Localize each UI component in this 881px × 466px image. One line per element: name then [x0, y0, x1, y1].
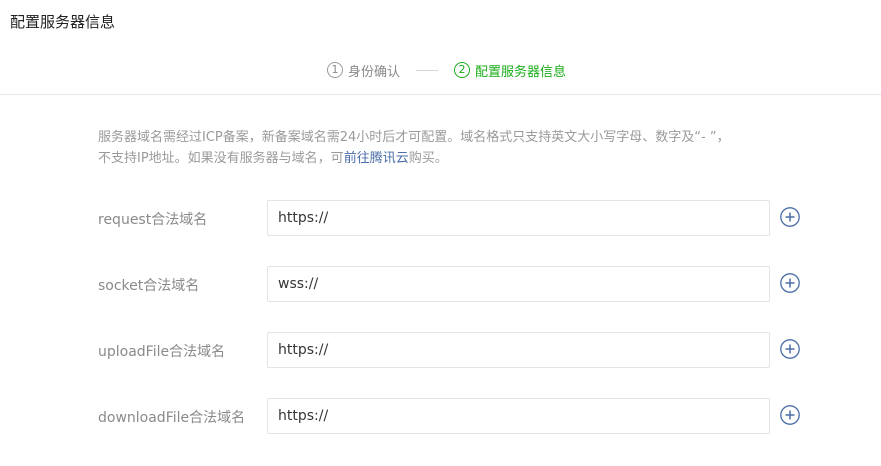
request-domain-input[interactable]	[267, 200, 770, 236]
socket-domain-label: socket合法域名	[98, 278, 200, 294]
form-row-socket: socket合法域名	[0, 266, 881, 302]
notice-line-1: 服务器域名需经过ICP备案，新备案域名需24小时后才可配置。域名格式只支持英文大…	[98, 130, 730, 145]
uploadfile-domain-input[interactable]	[267, 332, 770, 368]
step-number-1: 1	[327, 62, 343, 78]
add-request-domain-button[interactable]	[780, 207, 800, 227]
step-label-identity: 身份确认	[348, 64, 401, 80]
plus-circle-icon	[780, 405, 800, 425]
notice-line-2: 不支持IP地址。如果没有服务器与域名，可前往腾讯云购买。	[98, 148, 798, 169]
domain-notice: 服务器域名需经过ICP备案，新备案域名需24小时后才可配置。域名格式只支持英文大…	[98, 127, 798, 169]
step-server-config: 2 配置服务器信息	[454, 61, 566, 80]
add-socket-domain-button[interactable]	[780, 273, 800, 293]
tencent-cloud-link[interactable]: 前往腾讯云	[344, 151, 409, 166]
form-row-request: request合法域名	[0, 200, 881, 236]
add-downloadfile-domain-button[interactable]	[780, 405, 800, 425]
step-indicator: 1 身份确认 2 配置服务器信息	[327, 60, 566, 80]
downloadfile-domain-label: downloadFile合法域名	[98, 410, 246, 426]
uploadfile-domain-label: uploadFile合法域名	[98, 344, 226, 360]
step-number-2: 2	[454, 62, 471, 78]
notice-line-2-prefix: 不支持IP地址。如果没有服务器与域名，可	[98, 151, 344, 166]
add-uploadfile-domain-button[interactable]	[780, 339, 800, 359]
step-connector	[416, 69, 439, 71]
request-domain-label: request合法域名	[98, 212, 208, 228]
step-identity-confirm: 1 身份确认	[327, 61, 400, 80]
step-label-server-config: 配置服务器信息	[475, 64, 567, 80]
form-row-downloadfile: downloadFile合法域名	[0, 398, 881, 434]
notice-line-2-suffix: 购买。	[408, 151, 448, 166]
header-divider	[0, 94, 881, 95]
page-title: 配置服务器信息	[10, 13, 116, 31]
socket-domain-input[interactable]	[267, 266, 770, 302]
downloadfile-domain-input[interactable]	[267, 398, 770, 434]
plus-circle-icon	[780, 207, 800, 227]
form-row-uploadfile: uploadFile合法域名	[0, 332, 881, 368]
plus-circle-icon	[780, 273, 800, 293]
plus-circle-icon	[780, 339, 800, 359]
